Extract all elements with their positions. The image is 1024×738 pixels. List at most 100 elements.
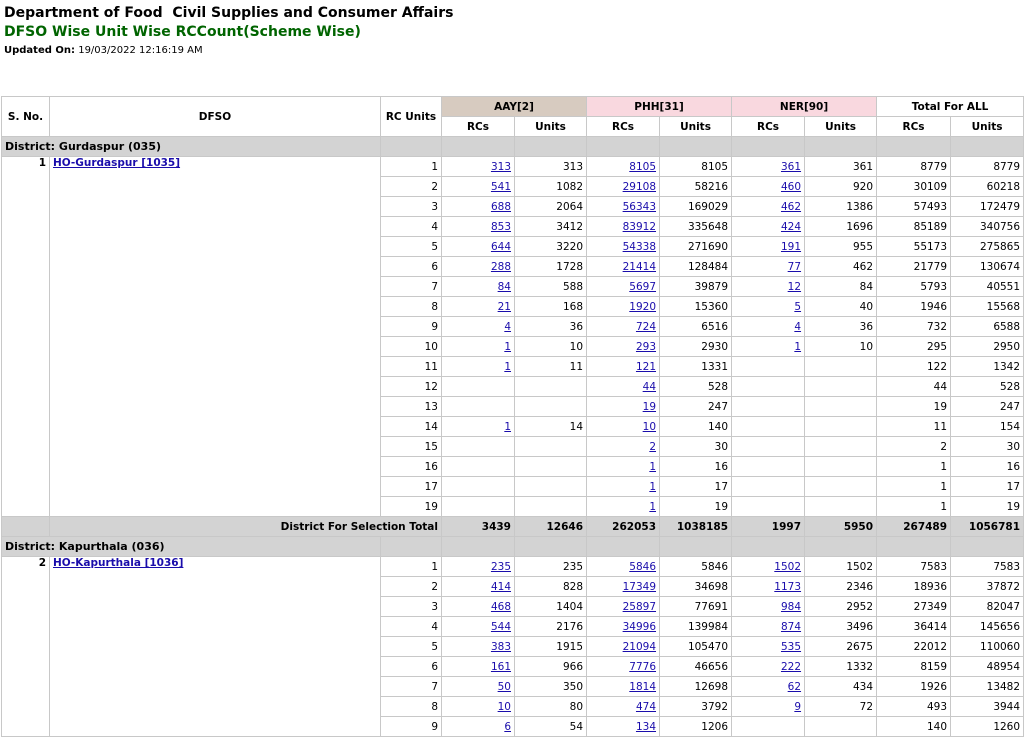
rcs-link[interactable]: 293 [636, 341, 656, 353]
units-cell: 1 [876, 456, 952, 477]
rcs-link[interactable]: 25897 [623, 601, 656, 613]
rcs-link[interactable]: 84 [498, 281, 511, 293]
units-cell [513, 396, 588, 417]
rcs-link[interactable]: 50 [498, 681, 511, 693]
rcs-link[interactable]: 1 [794, 341, 801, 353]
rcs-link[interactable]: 1173 [774, 581, 801, 593]
rcs-link[interactable]: 544 [491, 621, 511, 633]
rcs-cell [441, 396, 515, 417]
units-cell: 1728 [513, 256, 588, 277]
rcs-link[interactable]: 414 [491, 581, 511, 593]
rcs-cell: 541 [441, 176, 515, 197]
rcs-link[interactable]: 21 [498, 301, 511, 313]
units-cell: 2346 [804, 576, 878, 597]
rcs-link[interactable]: 29108 [623, 181, 656, 193]
rcs-link[interactable]: 853 [491, 221, 511, 233]
rcs-link[interactable]: 4 [794, 321, 801, 333]
units-cell [804, 496, 878, 517]
rcs-link[interactable]: 1 [649, 461, 656, 473]
units-cell: 130674 [950, 256, 1024, 277]
rcs-link[interactable]: 424 [781, 221, 801, 233]
rcs-link[interactable]: 541 [491, 181, 511, 193]
rcs-cell: 1814 [586, 676, 661, 697]
rcs-link[interactable]: 134 [636, 721, 656, 733]
units-cell: 19 [876, 396, 952, 417]
rcs-link[interactable]: 54338 [623, 241, 656, 253]
units-cell: 12698 [659, 676, 733, 697]
rcs-link[interactable]: 1814 [629, 681, 656, 693]
rcs-link[interactable]: 12 [788, 281, 801, 293]
rcs-link[interactable]: 2 [649, 441, 656, 453]
rcs-link[interactable]: 191 [781, 241, 801, 253]
rcs-link[interactable]: 44 [643, 381, 656, 393]
rcs-link[interactable]: 644 [491, 241, 511, 253]
units-cell: 3792 [659, 696, 733, 717]
rc-units-cell: 8 [380, 296, 442, 317]
rcs-link[interactable]: 10 [643, 421, 656, 433]
rcs-link[interactable]: 383 [491, 641, 511, 653]
rcs-link[interactable]: 288 [491, 261, 511, 273]
updated-on: Updated On: 19/03/2022 12:16:19 AM [4, 45, 203, 56]
rcs-link[interactable]: 361 [781, 161, 801, 173]
rcs-link[interactable]: 1920 [629, 301, 656, 313]
rcs-link[interactable]: 688 [491, 201, 511, 213]
district-row-filler [950, 136, 1024, 157]
rc-units-cell: 14 [380, 416, 442, 437]
rcs-link[interactable]: 8105 [629, 161, 656, 173]
rcs-link[interactable]: 235 [491, 561, 511, 573]
rcs-link[interactable]: 984 [781, 601, 801, 613]
rc-units-cell: 3 [380, 596, 442, 617]
rcs-link[interactable]: 1 [649, 501, 656, 513]
rcs-cell: 77 [731, 256, 806, 277]
rcs-link[interactable]: 7776 [629, 661, 656, 673]
rcs-link[interactable]: 222 [781, 661, 801, 673]
rcs-cell: 21 [441, 296, 515, 317]
rcs-link[interactable]: 1 [504, 421, 511, 433]
district-row-filler [513, 136, 588, 157]
rcs-link[interactable]: 19 [643, 401, 656, 413]
units-cell: 46656 [659, 656, 733, 677]
sub-units-header: Units [513, 116, 588, 137]
rcs-link[interactable]: 9 [794, 701, 801, 713]
rcs-link[interactable]: 10 [498, 701, 511, 713]
units-cell: 5846 [659, 556, 733, 577]
rcs-link[interactable]: 6 [504, 721, 511, 733]
rcs-link[interactable]: 1502 [774, 561, 801, 573]
rcs-link[interactable]: 62 [788, 681, 801, 693]
rcs-link[interactable]: 1 [504, 361, 511, 373]
rcs-link[interactable]: 313 [491, 161, 511, 173]
rcs-link[interactable]: 462 [781, 201, 801, 213]
rcs-link[interactable]: 4 [504, 321, 511, 333]
dfso-link[interactable]: HO-Gurdaspur [1035] [53, 158, 180, 170]
rcs-link[interactable]: 21414 [623, 261, 656, 273]
rcs-link[interactable]: 5 [794, 301, 801, 313]
units-cell: 154 [950, 416, 1024, 437]
rcs-link[interactable]: 56343 [623, 201, 656, 213]
sub-rcs-header: RCs [441, 116, 515, 137]
rcs-link[interactable]: 77 [788, 261, 801, 273]
dfso-link[interactable]: HO-Kapurthala [1036] [53, 558, 183, 570]
rcs-link[interactable]: 34996 [623, 621, 656, 633]
rcs-link[interactable]: 5697 [629, 281, 656, 293]
rcs-link[interactable]: 161 [491, 661, 511, 673]
rcs-link[interactable]: 474 [636, 701, 656, 713]
units-cell: 10 [804, 336, 878, 357]
rc-units-cell: 4 [380, 216, 442, 237]
rcs-link[interactable]: 17349 [623, 581, 656, 593]
rcs-link[interactable]: 1 [649, 481, 656, 493]
rcs-link[interactable]: 83912 [623, 221, 656, 233]
rcs-link[interactable]: 121 [636, 361, 656, 373]
rcs-link[interactable]: 535 [781, 641, 801, 653]
units-cell [804, 416, 878, 437]
rcs-link[interactable]: 460 [781, 181, 801, 193]
rcs-link[interactable]: 5846 [629, 561, 656, 573]
district-row-filler [586, 136, 661, 157]
rcs-link[interactable]: 21094 [623, 641, 656, 653]
rcs-link[interactable]: 874 [781, 621, 801, 633]
rcs-cell: 1173 [731, 576, 806, 597]
rcs-link[interactable]: 724 [636, 321, 656, 333]
rcs-link[interactable]: 468 [491, 601, 511, 613]
district-row-filler [513, 536, 588, 557]
rcs-link[interactable]: 1 [504, 341, 511, 353]
district-row-filler [731, 136, 806, 157]
